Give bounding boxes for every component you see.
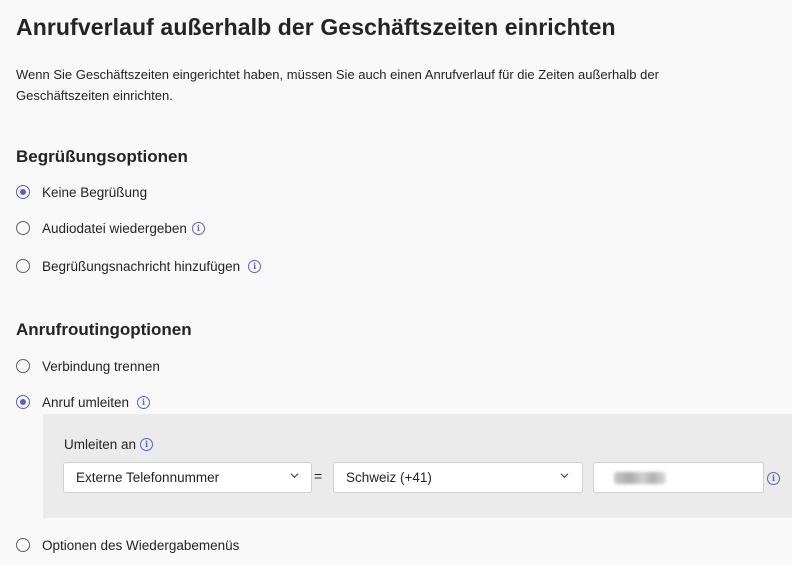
routing-options-heading: Anrufroutingoptionen bbox=[16, 320, 192, 339]
radio-option-redirect-call[interactable]: Anruf umleiten i bbox=[16, 391, 151, 413]
info-icon[interactable]: i bbox=[767, 472, 780, 485]
radio-label: Verbindung trennen bbox=[42, 358, 160, 374]
radio-option-playback-menu[interactable]: Optionen des Wiedergabemenüs bbox=[16, 534, 239, 556]
country-dropdown[interactable]: Schweiz (+41) bbox=[333, 462, 583, 493]
greeting-options-heading: Begrüßungsoptionen bbox=[16, 147, 188, 166]
radio-option-play-audio[interactable]: Audiodatei wiedergeben i bbox=[16, 217, 205, 239]
info-icon[interactable]: i bbox=[191, 221, 205, 235]
radio-button[interactable] bbox=[16, 538, 30, 552]
page-title: Anrufverlauf außerhalb der Geschäftszeit… bbox=[16, 14, 616, 40]
redirect-target-dropdown[interactable]: Externe Telefonnummer bbox=[63, 462, 312, 493]
info-icon[interactable]: i bbox=[248, 259, 262, 273]
radio-label: Audiodatei wiedergeben bbox=[42, 220, 187, 236]
chevron-down-icon bbox=[560, 473, 569, 479]
info-icon[interactable]: i bbox=[137, 395, 151, 409]
chevron-down-icon bbox=[290, 473, 299, 479]
radio-label: Anruf umleiten bbox=[42, 394, 130, 410]
phone-number-input[interactable] bbox=[593, 462, 764, 493]
radio-label: Keine Begrüßung bbox=[42, 184, 148, 200]
radio-option-no-greeting[interactable]: Keine Begrüßung bbox=[16, 181, 147, 203]
radio-label: Optionen des Wiedergabemenüs bbox=[42, 537, 240, 553]
radio-button[interactable] bbox=[16, 185, 30, 199]
radio-label: Begrüßungsnachricht hinzufügen bbox=[42, 258, 241, 274]
dropdown-value: Externe Telefonnummer bbox=[76, 470, 220, 485]
radio-button[interactable] bbox=[16, 359, 30, 373]
radio-button[interactable] bbox=[16, 259, 30, 273]
equals-sign: = bbox=[314, 468, 323, 484]
redirect-to-label-row: Umleiten an i bbox=[64, 434, 154, 454]
redacted-phone-number bbox=[614, 472, 666, 484]
page-description: Wenn Sie Geschäftszeiten eingerichtet ha… bbox=[16, 67, 659, 103]
radio-button[interactable] bbox=[16, 221, 30, 235]
radio-option-disconnect[interactable]: Verbindung trennen bbox=[16, 355, 160, 377]
redirect-to-label: Umleiten an bbox=[64, 436, 137, 452]
radio-button[interactable] bbox=[16, 395, 30, 409]
dropdown-value: Schweiz (+41) bbox=[346, 470, 432, 485]
radio-option-add-greeting[interactable]: Begrüßungsnachricht hinzufügen i bbox=[16, 255, 262, 277]
info-icon[interactable]: i bbox=[140, 437, 154, 451]
